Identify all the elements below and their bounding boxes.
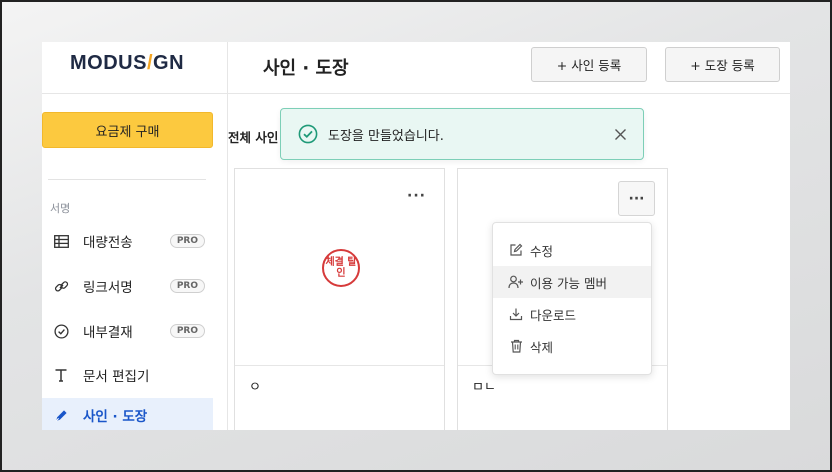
sidebar-item-label: 사인 · 도장 bbox=[83, 409, 148, 425]
menu-item-edit[interactable]: 수정 bbox=[493, 234, 651, 266]
sidebar-item-label: 링크서명 bbox=[83, 280, 133, 296]
sidebar-item-sign-stamp[interactable]: 사인 · 도장 bbox=[42, 398, 213, 430]
logo[interactable]: MODUS/GN bbox=[70, 52, 184, 78]
menu-item-label: 다운로드 bbox=[530, 307, 577, 323]
table-icon bbox=[51, 234, 71, 248]
pro-badge: PRO bbox=[169, 324, 205, 338]
card-name: ㅁㄴ bbox=[472, 380, 496, 395]
trash-icon bbox=[508, 339, 524, 353]
link-icon bbox=[51, 279, 71, 294]
text-icon bbox=[51, 368, 71, 382]
divider bbox=[48, 179, 206, 180]
divider bbox=[42, 93, 228, 94]
sidebar-item-internal-approval[interactable]: 내부결재 PRO bbox=[42, 314, 213, 348]
toast-message: 도장을 만들었습니다. bbox=[328, 128, 444, 144]
sidebar-item-doc-editor[interactable]: 문서 편집기 bbox=[42, 358, 213, 392]
sidebar-item-label: 대량전송 bbox=[83, 235, 133, 251]
sidebar-item-label: 내부결재 bbox=[83, 325, 133, 341]
context-menu: 수정 이용 가능 멤버 다운로드 삭제 bbox=[492, 222, 652, 375]
more-options-button[interactable]: ··· bbox=[407, 188, 426, 204]
check-circle-icon bbox=[51, 323, 71, 339]
more-options-button[interactable]: ··· bbox=[618, 181, 655, 216]
sidebar: MODUS/GN 요금제 구매 서명 대량전송 PRO 링크서명 PRO 내부결… bbox=[42, 42, 228, 430]
pro-badge: PRO bbox=[169, 234, 205, 248]
section-label: 서명 bbox=[50, 202, 71, 215]
menu-item-label: 삭제 bbox=[530, 339, 554, 355]
page-title: 사인 · 도장 bbox=[263, 58, 349, 79]
edit-icon bbox=[508, 243, 524, 257]
sidebar-item-bulk-send[interactable]: 대량전송 PRO bbox=[42, 224, 213, 258]
success-toast: 도장을 만들었습니다. bbox=[280, 108, 644, 160]
menu-item-label: 이용 가능 멤버 bbox=[530, 275, 607, 291]
menu-item-delete[interactable]: 삭제 bbox=[493, 330, 651, 362]
menu-item-download[interactable]: 다운로드 bbox=[493, 298, 651, 330]
add-stamp-button[interactable]: + 도장 등록 bbox=[665, 47, 780, 82]
divider bbox=[228, 93, 790, 94]
add-sign-button[interactable]: + 사인 등록 bbox=[531, 47, 647, 82]
stamp-image: 체결 탈인 bbox=[322, 249, 360, 287]
divider bbox=[235, 365, 444, 366]
menu-item-label: 수정 bbox=[530, 243, 554, 259]
buy-plan-button[interactable]: 요금제 구매 bbox=[42, 112, 213, 148]
logo-text-right: GN bbox=[153, 52, 185, 74]
app-window: MODUS/GN 요금제 구매 서명 대량전송 PRO 링크서명 PRO 내부결… bbox=[42, 42, 790, 430]
logo-text-left: MODUS bbox=[70, 52, 147, 74]
close-icon[interactable] bbox=[613, 127, 627, 141]
menu-item-members[interactable]: 이용 가능 멤버 bbox=[493, 266, 651, 298]
pro-badge: PRO bbox=[169, 279, 205, 293]
download-icon bbox=[508, 307, 524, 321]
check-circle-icon bbox=[297, 123, 319, 145]
card-name: ㅇ bbox=[249, 380, 261, 395]
filter-label: 전체 사인 bbox=[228, 130, 279, 145]
stamp-card[interactable]: ··· 체결 탈인 ㅇ bbox=[234, 168, 445, 430]
sidebar-item-label: 문서 편집기 bbox=[83, 369, 150, 385]
pen-icon bbox=[51, 408, 71, 423]
user-plus-icon bbox=[508, 275, 524, 289]
sidebar-item-link-sign[interactable]: 링크서명 PRO bbox=[42, 269, 213, 303]
